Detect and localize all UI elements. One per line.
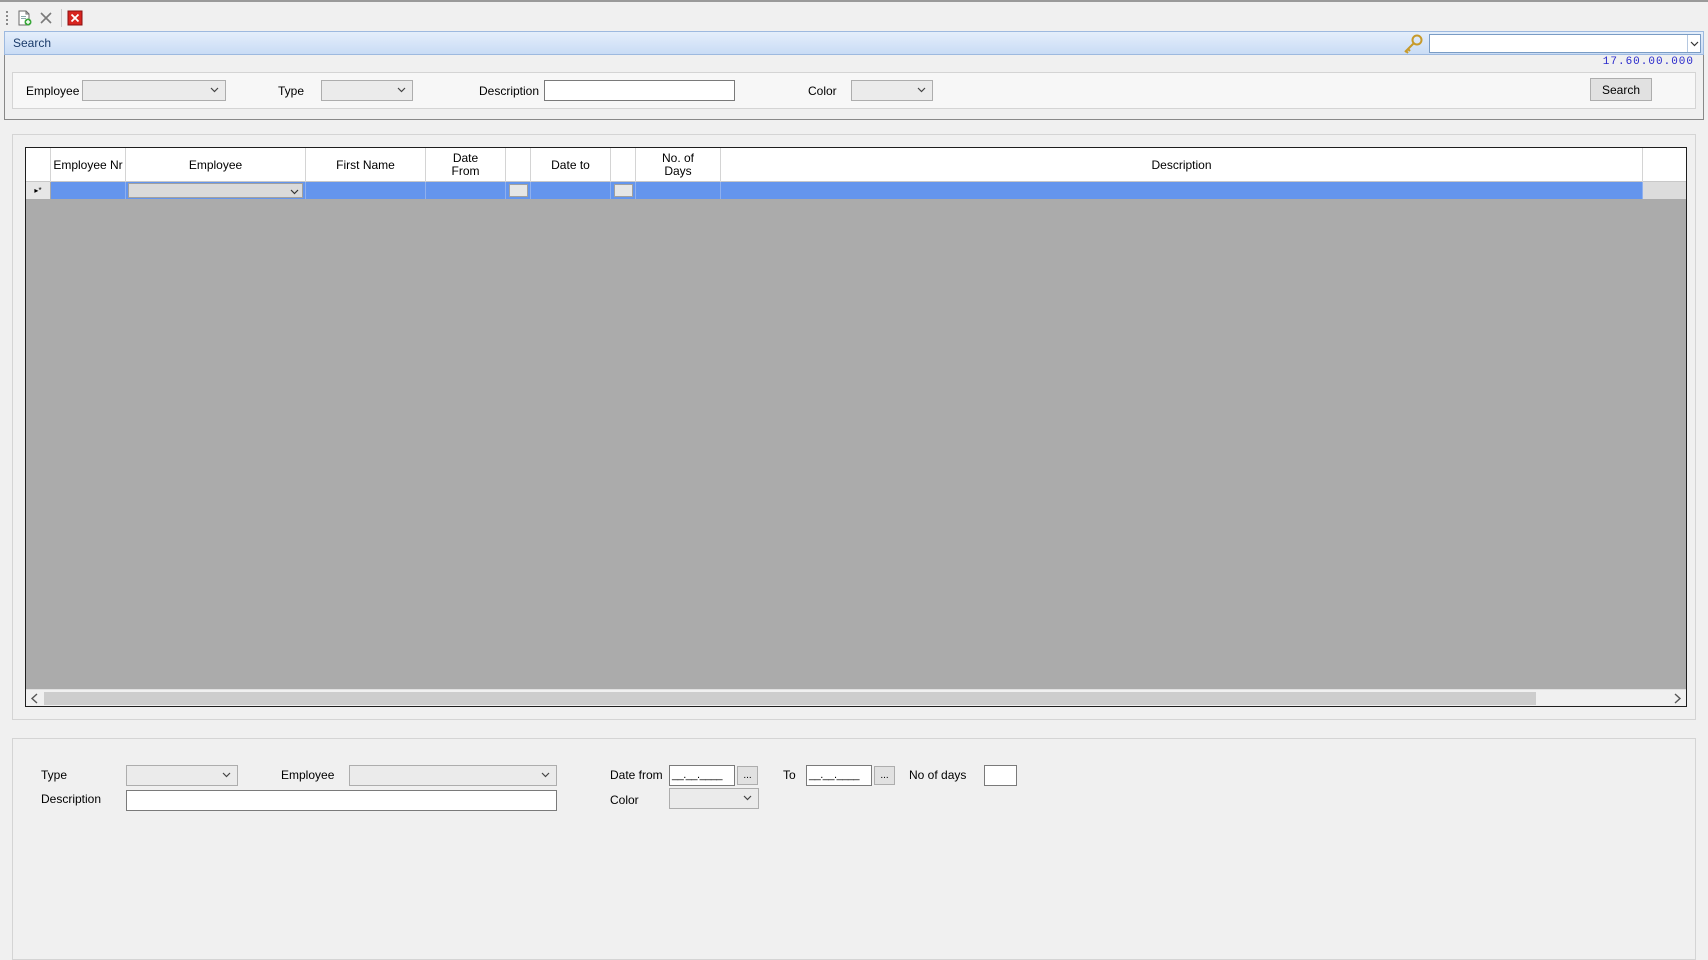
key-search-icon — [1404, 34, 1423, 54]
col-employee[interactable]: Employee — [126, 148, 306, 182]
detail-date-to-input[interactable]: __.__.____ — [806, 765, 872, 786]
cell-type[interactable] — [1643, 182, 1686, 199]
chevron-down-icon[interactable] — [1687, 35, 1700, 52]
chevron-down-icon — [397, 87, 406, 93]
detail-employee-select[interactable] — [349, 765, 557, 786]
detail-description-input[interactable] — [126, 790, 557, 811]
detail-date-from-label: Date from — [610, 768, 663, 782]
col-date-from-line2: From — [451, 164, 480, 178]
col-employee-nr[interactable]: Employee Nr — [51, 148, 126, 182]
detail-description-label: Description — [41, 792, 102, 806]
detail-color-select[interactable] — [669, 788, 759, 809]
cell-description[interactable] — [721, 182, 1643, 199]
delete-x-icon — [40, 12, 52, 24]
filter-color-label: Color — [808, 84, 837, 98]
filter-color-select[interactable] — [851, 80, 933, 101]
cell-date-to-picker[interactable] — [611, 182, 636, 199]
filter-description-input[interactable] — [544, 80, 735, 101]
detail-panel: Type Employee Date from __.__.____ ... T… — [12, 738, 1696, 960]
detail-color-label: Color — [610, 793, 639, 807]
cell-date-to[interactable] — [531, 182, 611, 199]
chevron-down-icon — [222, 772, 231, 778]
cell-date-from-picker[interactable] — [506, 182, 531, 199]
data-grid[interactable]: Employee Nr Employee First Name Date Fro… — [25, 147, 1687, 707]
filter-description-label: Description — [479, 84, 540, 98]
cell-no-of-days[interactable] — [636, 182, 721, 199]
col-no-of-days[interactable]: No. of Days — [636, 148, 721, 182]
cell-employee-nr[interactable] — [51, 182, 126, 199]
chevron-down-icon — [917, 87, 926, 93]
col-date-from-picker — [506, 148, 531, 182]
detail-type-select[interactable] — [126, 765, 238, 786]
scrollbar-thumb[interactable] — [44, 692, 1536, 705]
date-to-picker-button[interactable]: ... — [874, 766, 895, 785]
detail-to-label: To — [783, 768, 796, 782]
cell-employee[interactable] — [126, 182, 306, 199]
detail-date-from-input[interactable]: __.__.____ — [669, 765, 735, 786]
chevron-down-icon — [290, 189, 299, 195]
new-document-icon — [18, 10, 32, 26]
chevron-down-icon — [541, 772, 550, 778]
new-record-button[interactable] — [13, 7, 35, 29]
date-from-picker-button[interactable]: ... — [737, 766, 758, 785]
detail-employee-label: Employee — [281, 768, 335, 782]
horizontal-scrollbar[interactable] — [26, 689, 1686, 706]
cell-first-name[interactable] — [306, 182, 426, 199]
grid-new-row[interactable]: ▸* — [26, 182, 1686, 199]
close-red-icon — [67, 10, 83, 26]
col-first-name[interactable]: First Name — [306, 148, 426, 182]
search-button[interactable]: Search — [1590, 78, 1652, 101]
chevron-left-icon[interactable] — [29, 692, 41, 705]
filter-type-select[interactable] — [321, 80, 413, 101]
close-button[interactable] — [64, 7, 86, 29]
search-title: Search — [13, 36, 52, 50]
chevron-down-icon — [210, 87, 219, 93]
new-row-indicator: ▸* — [26, 182, 51, 199]
col-type[interactable]: Type — [1643, 148, 1686, 182]
cell-date-from[interactable] — [426, 182, 506, 199]
cell-employee-combo[interactable] — [128, 183, 303, 198]
quick-search-button[interactable] — [1401, 33, 1425, 55]
col-no-of-days-line2: Days — [664, 164, 692, 178]
col-description[interactable]: Description — [721, 148, 1643, 182]
filter-employee-label: Employee — [26, 84, 80, 98]
date-to-picker-button[interactable] — [614, 184, 633, 197]
detail-type-label: Type — [41, 768, 68, 782]
col-date-to-picker — [611, 148, 636, 182]
chevron-down-icon — [743, 795, 752, 801]
filter-panel: Employee Type Description Color Search — [12, 72, 1696, 109]
detail-no-of-days-input[interactable] — [984, 765, 1017, 786]
date-from-picker-button[interactable] — [509, 184, 528, 197]
delete-button[interactable] — [35, 7, 57, 29]
filter-employee-select[interactable] — [82, 80, 226, 101]
col-date-from[interactable]: Date From — [426, 148, 506, 182]
toolbar-separator — [61, 9, 62, 27]
search-header-bar: Search — [4, 31, 1704, 55]
detail-no-of-days-label: No of days — [909, 768, 967, 782]
col-date-to[interactable]: Date to — [531, 148, 611, 182]
grid-header: Employee Nr Employee First Name Date Fro… — [26, 148, 1686, 182]
toolbar — [0, 0, 1708, 31]
toolbar-grip[interactable] — [6, 11, 8, 25]
filter-type-label: Type — [278, 84, 305, 98]
quick-search-combo[interactable] — [1429, 34, 1701, 53]
row-header-corner — [26, 148, 51, 182]
chevron-right-icon[interactable] — [1671, 692, 1683, 705]
